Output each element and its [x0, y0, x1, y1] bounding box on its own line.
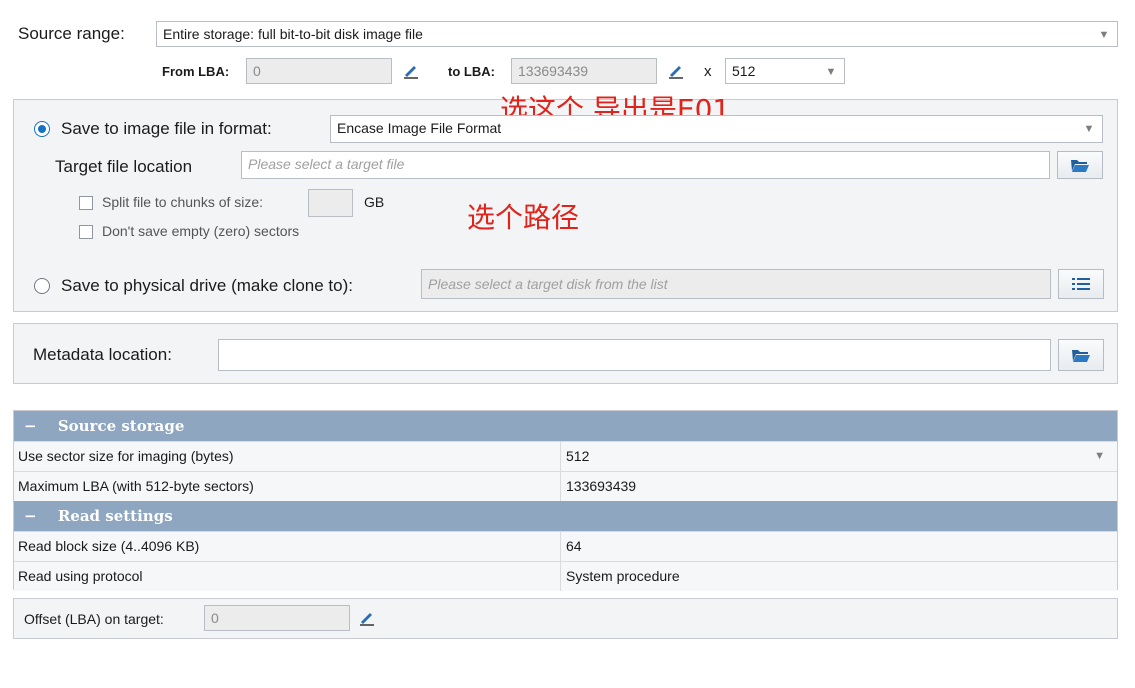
path-annotation: 选个路径 [467, 201, 580, 234]
read-settings-title: Read settings [57, 507, 173, 525]
image-format-value: Encase Image File Format [337, 120, 502, 136]
folder-open-icon [1071, 160, 1089, 172]
row-name: Read using protocol [18, 568, 143, 584]
target-disk-placeholder: Please select a target disk from the lis… [428, 276, 668, 292]
edit-to-lba-button[interactable] [659, 58, 693, 84]
to-lba-field[interactable]: 133693439 [511, 58, 657, 84]
select-disk-list-button[interactable] [1058, 269, 1104, 299]
target-file-placeholder: Please select a target file [248, 156, 405, 172]
sector-size-value: 512 [732, 63, 756, 79]
save-to-physical-label[interactable]: Save to physical drive (make clone to): [61, 276, 353, 296]
browse-metadata-button[interactable] [1058, 339, 1104, 371]
pencil-icon [669, 66, 683, 79]
from-lba-label: From LBA: [162, 64, 230, 79]
to-lba-value: 133693439 [518, 63, 589, 79]
metadata-location-label: Metadata location: [33, 345, 172, 364]
save-to-image-label[interactable]: Save to image file in format: [61, 119, 272, 139]
row-name: Read block size (4..4096 KB) [18, 538, 200, 554]
list-icon [1072, 278, 1090, 290]
chevron-down-icon[interactable]: ▼ [818, 59, 844, 83]
pencil-icon [404, 66, 418, 79]
table-row[interactable]: Use sector size for imaging (bytes) 512 … [14, 441, 1117, 471]
collapse-icon[interactable]: − [24, 507, 37, 525]
table-row[interactable]: Read block size (4..4096 KB) 64 [14, 531, 1117, 561]
read-settings-section-header[interactable]: − Read settings [14, 501, 1117, 531]
source-storage-title: Source storage [57, 417, 185, 435]
source-storage-section-header[interactable]: − Source storage [14, 411, 1117, 441]
chevron-down-icon[interactable]: ▼ [1076, 116, 1102, 142]
offset-value: 0 [211, 610, 219, 626]
save-to-physical-radio[interactable] [34, 278, 50, 294]
source-range-dropdown[interactable]: Entire storage: full bit-to-bit disk ima… [156, 21, 1118, 47]
row-value: System procedure [566, 568, 680, 584]
cropped-title-fragment [60, 0, 390, 2]
browse-target-file-button[interactable] [1057, 151, 1103, 179]
chevron-down-icon[interactable]: ▼ [1091, 22, 1117, 46]
properties-grid: − Source storage Use sector size for ima… [13, 410, 1118, 591]
offset-panel [13, 598, 1118, 639]
target-file-input[interactable]: Please select a target file [241, 151, 1050, 179]
split-file-label[interactable]: Split file to chunks of size: [102, 194, 263, 210]
target-file-label: Target file location [55, 157, 193, 176]
table-row[interactable]: Maximum LBA (with 512-byte sectors) 1336… [14, 471, 1117, 501]
split-size-field[interactable] [308, 189, 353, 217]
offset-label: Offset (LBA) on target: [24, 611, 164, 627]
edit-from-lba-button[interactable] [394, 58, 428, 84]
image-format-dropdown[interactable]: Encase Image File Format ▼ [330, 115, 1103, 143]
pencil-icon [360, 613, 374, 626]
sector-size-dropdown[interactable]: 512 ▼ [725, 58, 845, 84]
table-row[interactable]: Read using protocol System procedure [14, 561, 1117, 591]
row-value: 64 [566, 538, 582, 554]
save-to-image-radio[interactable] [34, 121, 50, 137]
multiply-label: x [704, 63, 712, 80]
row-value: 133693439 [566, 478, 637, 494]
split-unit-label: GB [364, 194, 385, 210]
skip-empty-sectors-checkbox[interactable] [79, 225, 93, 239]
from-lba-field[interactable]: 0 [246, 58, 392, 84]
source-range-label: Source range: [18, 24, 125, 43]
edit-offset-button[interactable] [350, 605, 384, 631]
row-value: 512 [566, 448, 590, 464]
target-disk-input[interactable]: Please select a target disk from the lis… [421, 269, 1051, 299]
offset-field[interactable]: 0 [204, 605, 350, 631]
to-lba-label: to LBA: [448, 64, 495, 79]
row-name: Maximum LBA (with 512-byte sectors) [18, 478, 254, 494]
metadata-location-input[interactable] [218, 339, 1051, 371]
from-lba-value: 0 [253, 63, 261, 79]
collapse-icon[interactable]: − [24, 417, 37, 435]
skip-empty-sectors-label[interactable]: Don't save empty (zero) sectors [102, 223, 299, 239]
chevron-down-icon[interactable]: ▼ [1094, 442, 1105, 471]
split-file-checkbox[interactable] [79, 196, 93, 210]
source-range-value: Entire storage: full bit-to-bit disk ima… [163, 26, 423, 42]
folder-open-icon [1072, 350, 1090, 362]
row-name: Use sector size for imaging (bytes) [18, 448, 234, 464]
